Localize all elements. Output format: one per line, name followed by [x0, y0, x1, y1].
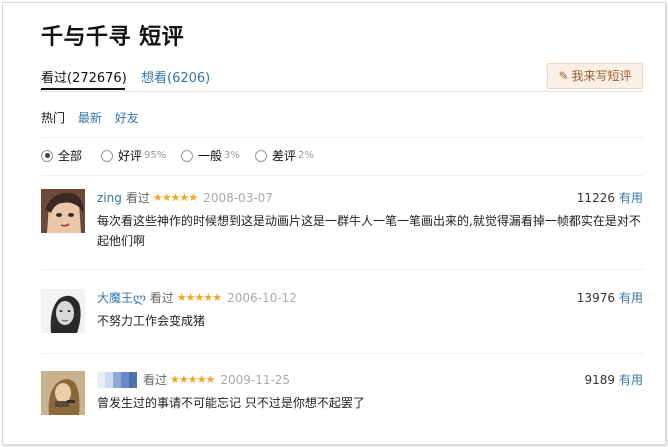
- sort-divider: [41, 137, 643, 138]
- useful-link[interactable]: 有用: [619, 373, 643, 387]
- filter-bad-percent: 2%: [298, 150, 314, 161]
- review-votes: 9189 有用: [584, 371, 643, 388]
- review-votes: 13976 有用: [577, 289, 643, 306]
- avatar[interactable]: [41, 289, 85, 333]
- filter-all-label: 全部: [58, 149, 83, 163]
- review-status: 看过: [143, 373, 168, 387]
- filter-mid[interactable]: 一般 3%: [181, 147, 240, 164]
- rating-stars-icon: ★★★★★: [170, 373, 215, 386]
- avatar[interactable]: [41, 189, 85, 233]
- avatar-photo-image: [41, 289, 85, 333]
- useful-link[interactable]: 有用: [619, 191, 643, 205]
- pencil-icon: ✎: [558, 69, 569, 83]
- radio-icon: [181, 149, 193, 162]
- review-text: 每次看这些神作的时候想到这是动画片这是一群牛人一笔一笔画出来的,就觉得漏看掉一帧…: [97, 214, 641, 248]
- rating-stars-icon: ★★★★★: [152, 191, 198, 204]
- filter-bad[interactable]: 差评 2%: [255, 147, 314, 164]
- sort-latest[interactable]: 最新: [78, 111, 102, 125]
- review-date: 2009-11-25: [220, 372, 291, 387]
- tabs-divider: [41, 91, 643, 92]
- vote-count: 13976: [576, 291, 615, 305]
- filter-mid-label: 一般: [198, 149, 223, 163]
- vote-count: 9189: [584, 373, 615, 387]
- page-frame: 千与千寻 短评 看过(272676) 想看(6206) ✎ 我来写短评 热门 最新…: [2, 2, 666, 445]
- filter-all[interactable]: 全部: [41, 147, 82, 164]
- review-header: zing 看过 ★★★★★ 2008-03-07: [97, 189, 273, 206]
- review-status: 看过: [149, 291, 174, 305]
- page-title: 千与千寻 短评: [41, 25, 185, 50]
- review-date: 2006-10-12: [227, 290, 297, 305]
- rating-stars-icon: ★★★★★: [176, 291, 222, 304]
- filter-good-label: 好评: [118, 149, 143, 163]
- review-text: 不努力工作会变成猪: [97, 314, 206, 328]
- filter-bad-label: 差评: [272, 149, 297, 163]
- radio-selected-icon: [41, 149, 53, 162]
- review-votes: 11226 有用: [577, 189, 643, 206]
- radio-icon: [255, 149, 267, 162]
- radio-icon: [101, 149, 113, 162]
- review-divider: [41, 269, 643, 270]
- vote-count: 11226: [576, 191, 615, 205]
- useful-link[interactable]: 有用: [619, 291, 643, 305]
- review-header: 看过 ★★★★★ 2009-11-25: [97, 371, 290, 388]
- filter-good[interactable]: 好评 95%: [101, 147, 166, 164]
- tab-want[interactable]: 想看(6206): [141, 67, 210, 86]
- filter-good-percent: 95%: [144, 150, 167, 161]
- review-divider: [41, 353, 643, 354]
- review-header: 大魔王ლ 看过 ★★★★★ 2006-10-12: [97, 289, 297, 306]
- avatar[interactable]: [41, 371, 85, 415]
- review-status: 看过: [125, 191, 150, 205]
- write-review-button[interactable]: ✎ 我来写短评: [547, 63, 643, 89]
- review-username[interactable]: 大魔王ლ: [97, 289, 146, 306]
- avatar-photo-image: [41, 371, 85, 415]
- redacted-username-icon[interactable]: [97, 371, 137, 388]
- sort-hot[interactable]: 热门: [41, 111, 65, 125]
- review-text: 曾发生过的事请不可能忘记 只不过是你想不起罢了: [97, 396, 365, 410]
- tab-active-underline: [41, 88, 125, 90]
- write-review-label: 我来写短评: [571, 69, 632, 83]
- sort-friends[interactable]: 好友: [115, 111, 139, 125]
- filters-divider: [41, 175, 643, 176]
- tab-seen[interactable]: 看过(272676): [41, 67, 127, 86]
- avatar-anime-image: [41, 189, 85, 233]
- review-date: 2008-03-07: [203, 190, 273, 205]
- review-username[interactable]: zing: [97, 191, 122, 205]
- filter-mid-percent: 3%: [224, 150, 240, 161]
- sort-options: 热门 最新 好友: [41, 109, 148, 126]
